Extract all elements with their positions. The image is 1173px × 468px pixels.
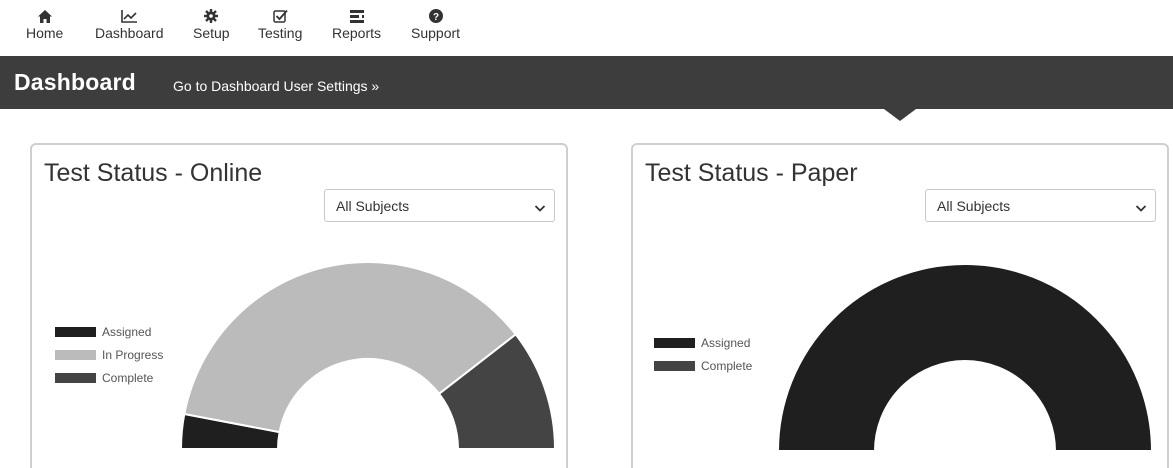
test-status-online-card: Test Status - Online All Subjects Assign… [30, 143, 568, 468]
legend-label: Assigned [102, 324, 152, 339]
nav-dashboard-label: Dashboard [95, 25, 164, 41]
legend-item-complete: Complete [55, 366, 163, 389]
top-navigation: Home Dashboard Setup Testing Reports ? S… [0, 0, 1173, 56]
legend-item-assigned: Assigned [654, 331, 752, 354]
legend-label: Assigned [701, 335, 751, 350]
nav-home-label: Home [26, 25, 64, 41]
nav-dashboard[interactable]: Dashboard [95, 8, 164, 41]
dashboard-settings-link[interactable]: Go to Dashboard User Settings » [173, 78, 379, 94]
subject-filter-value: All Subjects [937, 198, 1011, 214]
legend-item-in-progress: In Progress [55, 343, 163, 366]
legend-item-assigned: Assigned [55, 320, 163, 343]
nav-support-label: Support [411, 25, 461, 41]
svg-text:?: ? [432, 12, 438, 23]
subject-filter-select[interactable]: All Subjects [324, 189, 555, 222]
chevron-down-icon [534, 200, 546, 218]
legend-item-complete: Complete [654, 354, 752, 377]
chart-legend: Assigned Complete [654, 331, 752, 377]
question-circle-icon: ? [428, 8, 443, 24]
paper-status-chart [776, 263, 1154, 451]
checkbox-icon [272, 8, 288, 24]
legend-swatch [55, 349, 96, 360]
nav-reports-label: Reports [332, 25, 382, 41]
legend-label: Complete [701, 358, 753, 373]
online-status-chart [179, 261, 557, 449]
gear-icon [204, 8, 219, 24]
subject-filter-select[interactable]: All Subjects [925, 189, 1156, 222]
legend-swatch [55, 372, 96, 383]
nav-home[interactable]: Home [26, 8, 63, 41]
header-pointer-arrow [884, 109, 916, 121]
chevron-down-icon [1135, 200, 1147, 218]
legend-swatch [654, 337, 695, 348]
legend-label: In Progress [102, 347, 164, 362]
home-icon [37, 8, 52, 24]
chart-segment-assigned[interactable] [776, 263, 1154, 451]
card-title: Test Status - Online [44, 159, 263, 187]
legend-label: Complete [102, 370, 154, 385]
legend-swatch [654, 360, 695, 371]
page-header-bar: Dashboard Go to Dashboard User Settings … [0, 56, 1173, 109]
list-icon [349, 8, 364, 24]
nav-setup[interactable]: Setup [193, 8, 230, 41]
nav-setup-label: Setup [193, 25, 230, 41]
legend-swatch [55, 326, 96, 337]
chart-legend: Assigned In Progress Complete [55, 320, 163, 389]
page-title: Dashboard [14, 69, 136, 95]
nav-support[interactable]: ? Support [411, 8, 460, 41]
nav-reports[interactable]: Reports [332, 8, 381, 41]
nav-testing[interactable]: Testing [258, 8, 302, 41]
subject-filter-value: All Subjects [336, 198, 410, 214]
nav-testing-label: Testing [258, 25, 303, 41]
chart-line-icon [121, 8, 138, 24]
card-title: Test Status - Paper [645, 159, 858, 187]
test-status-paper-card: Test Status - Paper All Subjects Assigne… [631, 143, 1169, 468]
